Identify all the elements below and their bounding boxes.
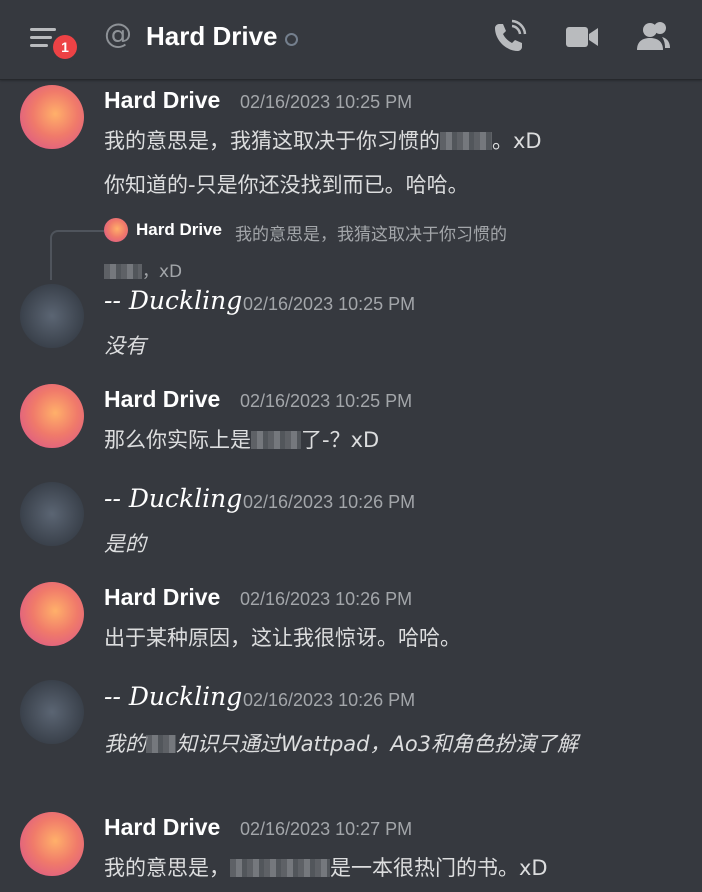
message-text: 我的意思是， 是一本很热门的书。xD	[104, 852, 548, 882]
message-text-part: 。xD	[492, 129, 542, 153]
member-list-icon[interactable]	[634, 18, 672, 56]
censored-text	[440, 132, 492, 150]
message-text: 那么你实际上是 了-？xD	[104, 424, 379, 454]
message-author[interactable]: Hard Drive	[104, 386, 220, 413]
reply-connector	[50, 230, 104, 280]
video-call-icon[interactable]	[563, 18, 601, 56]
avatar[interactable]	[20, 582, 84, 646]
avatar[interactable]	[20, 384, 84, 448]
avatar[interactable]	[20, 85, 84, 149]
message-timestamp: 02/16/2023 10:25 PM	[243, 294, 416, 314]
message-text: 出于某种原因，这让我很惊讶。哈哈。	[104, 626, 461, 650]
message-text-part: 是一本很热门的书。xD	[330, 856, 548, 880]
censored-text	[230, 859, 330, 877]
message-author[interactable]: -- Duckling	[104, 286, 242, 315]
message-text: 你知道的-只是你还没找到而已。哈哈。	[104, 173, 469, 197]
hamburger-menu-icon[interactable]: 1	[28, 22, 77, 59]
offline-status-icon	[285, 33, 298, 46]
message-text-part: 我的意思是，我猜这取决于你习惯的	[104, 129, 440, 153]
message-timestamp: 02/16/2023 10:25 PM	[240, 391, 413, 411]
channel-header: 1 @ Hard Drive	[0, 0, 702, 80]
message-timestamp: 02/16/2023 10:26 PM	[243, 492, 416, 512]
censored-text	[251, 431, 301, 449]
message-text-part: 我的意思是，	[104, 856, 230, 880]
avatar[interactable]	[20, 284, 84, 348]
message-text-part: 那么你实际上是	[104, 428, 251, 452]
avatar[interactable]	[20, 482, 84, 546]
avatar[interactable]	[20, 680, 84, 744]
message-text-part: 知识只通过Wattpad，Ao3和角色扮演了解	[176, 732, 579, 756]
censored-text	[146, 735, 176, 753]
message-text: 是的	[104, 532, 146, 556]
at-icon: @	[104, 17, 132, 50]
message-author[interactable]: Hard Drive	[104, 584, 220, 611]
channel-title[interactable]: Hard Drive	[146, 21, 278, 52]
reply-author[interactable]: Hard Drive	[136, 220, 222, 240]
reply-preview-text-part: ，xD	[142, 262, 183, 282]
message-timestamp: 02/16/2023 10:27 PM	[240, 819, 413, 839]
message-author[interactable]: Hard Drive	[104, 87, 220, 114]
message-author[interactable]: -- Duckling	[104, 484, 242, 513]
voice-call-icon[interactable]	[490, 18, 528, 56]
reply-preview-text[interactable]: 我的意思是，我猜这取决于你习惯的	[235, 220, 507, 245]
reply-avatar[interactable]	[104, 218, 128, 242]
message-author[interactable]: -- Duckling	[104, 682, 242, 711]
avatar[interactable]	[20, 812, 84, 876]
message-text: 我的 知识只通过Wattpad，Ao3和角色扮演了解	[104, 728, 578, 758]
message-text: 我的意思是，我猜这取决于你习惯的 。xD	[104, 125, 542, 155]
message-text: 没有	[104, 334, 146, 358]
message-text-part: 我的	[104, 732, 146, 756]
message-text-part: 了-？xD	[301, 428, 380, 452]
notification-badge: 1	[53, 35, 77, 59]
reply-preview-text[interactable]: ，xD	[104, 257, 182, 282]
message-author[interactable]: Hard Drive	[104, 814, 220, 841]
message-timestamp: 02/16/2023 10:26 PM	[243, 690, 416, 710]
message-timestamp: 02/16/2023 10:25 PM	[240, 92, 413, 112]
message-timestamp: 02/16/2023 10:26 PM	[240, 589, 413, 609]
censored-text	[104, 264, 142, 279]
